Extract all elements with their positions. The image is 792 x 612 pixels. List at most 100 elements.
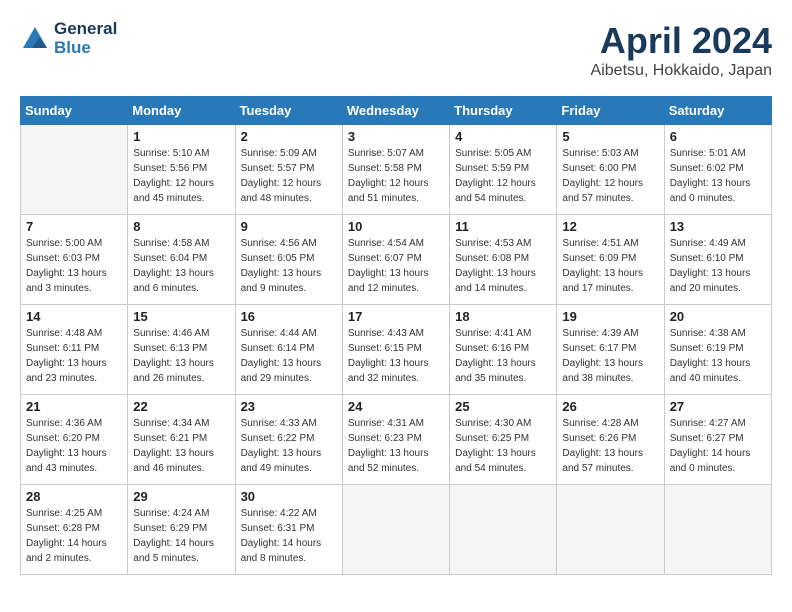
calendar-cell: 1 Sunrise: 5:10 AMSunset: 5:56 PMDaylight… [128,125,235,215]
day-number: 2 [241,129,337,144]
day-info: Sunrise: 4:28 AMSunset: 6:26 PMDaylight:… [562,416,658,476]
calendar-cell: 28 Sunrise: 4:25 AMSunset: 6:28 PMDayligh… [21,485,128,575]
day-info: Sunrise: 4:36 AMSunset: 6:20 PMDaylight:… [26,416,122,476]
day-number: 14 [26,309,122,324]
day-number: 30 [241,489,337,504]
calendar-cell: 20 Sunrise: 4:38 AMSunset: 6:19 PMDayligh… [664,305,771,395]
location-title: Aibetsu, Hokkaido, Japan [591,62,772,80]
day-number: 22 [133,399,229,414]
calendar-cell [21,125,128,215]
calendar-cell: 4 Sunrise: 5:05 AMSunset: 5:59 PMDaylight… [450,125,557,215]
calendar-cell: 30 Sunrise: 4:22 AMSunset: 6:31 PMDayligh… [235,485,342,575]
day-info: Sunrise: 4:53 AMSunset: 6:08 PMDaylight:… [455,236,551,296]
day-number: 18 [455,309,551,324]
calendar-cell: 6 Sunrise: 5:01 AMSunset: 6:02 PMDaylight… [664,125,771,215]
calendar-cell: 16Sunrise: 4:44 AMSunset: 6:14 PMDayligh… [235,305,342,395]
logo: General Blue [20,20,117,57]
header: General Blue April 2024 Aibetsu, Hokkaid… [20,20,772,80]
day-info: Sunrise: 5:05 AMSunset: 5:59 PMDaylight:… [455,146,551,206]
day-info: Sunrise: 4:39 AMSunset: 6:17 PMDaylight:… [562,326,658,386]
title-area: April 2024 Aibetsu, Hokkaido, Japan [591,20,772,80]
calendar-cell: 2 Sunrise: 5:09 AMSunset: 5:57 PMDaylight… [235,125,342,215]
day-number: 12 [562,219,658,234]
day-info: Sunrise: 5:00 AMSunset: 6:03 PMDaylight:… [26,236,122,296]
day-number: 13 [670,219,766,234]
calendar-week-row: 1 Sunrise: 5:10 AMSunset: 5:56 PMDaylight… [21,125,772,215]
day-info: Sunrise: 4:49 AMSunset: 6:10 PMDaylight:… [670,236,766,296]
day-info: Sunrise: 4:27 AMSunset: 6:27 PMDaylight:… [670,416,766,476]
day-info: Sunrise: 4:38 AMSunset: 6:19 PMDaylight:… [670,326,766,386]
weekday-header: Thursday [450,97,557,125]
day-number: 6 [670,129,766,144]
calendar-cell: 9Sunrise: 4:56 AMSunset: 6:05 PMDaylight… [235,215,342,305]
day-info: Sunrise: 4:54 AMSunset: 6:07 PMDaylight:… [348,236,444,296]
day-info: Sunrise: 4:58 AMSunset: 6:04 PMDaylight:… [133,236,229,296]
calendar-cell: 10 Sunrise: 4:54 AMSunset: 6:07 PMDayligh… [342,215,449,305]
calendar-cell: 19 Sunrise: 4:39 AMSunset: 6:17 PMDayligh… [557,305,664,395]
day-number: 7 [26,219,122,234]
month-title: April 2024 [591,20,772,62]
calendar-cell [664,485,771,575]
calendar-cell: 29Sunrise: 4:24 AMSunset: 6:29 PMDayligh… [128,485,235,575]
day-number: 8 [133,219,229,234]
calendar-week-row: 7 Sunrise: 5:00 AMSunset: 6:03 PMDaylight… [21,215,772,305]
day-info: Sunrise: 4:44 AMSunset: 6:14 PMDaylight:… [241,326,337,386]
day-number: 29 [133,489,229,504]
day-info: Sunrise: 5:09 AMSunset: 5:57 PMDaylight:… [241,146,337,206]
calendar-cell: 26 Sunrise: 4:28 AMSunset: 6:26 PMDayligh… [557,395,664,485]
day-number: 11 [455,219,551,234]
calendar-cell: 25Sunrise: 4:30 AMSunset: 6:25 PMDayligh… [450,395,557,485]
calendar-cell: 3Sunrise: 5:07 AMSunset: 5:58 PMDaylight… [342,125,449,215]
calendar-week-row: 28 Sunrise: 4:25 AMSunset: 6:28 PMDayligh… [21,485,772,575]
day-number: 4 [455,129,551,144]
day-info: Sunrise: 4:34 AMSunset: 6:21 PMDaylight:… [133,416,229,476]
calendar-cell: 14 Sunrise: 4:48 AMSunset: 6:11 PMDayligh… [21,305,128,395]
calendar-cell: 11 Sunrise: 4:53 AMSunset: 6:08 PMDayligh… [450,215,557,305]
day-number: 23 [241,399,337,414]
calendar-cell: 5 Sunrise: 5:03 AMSunset: 6:00 PMDaylight… [557,125,664,215]
calendar-cell: 27Sunrise: 4:27 AMSunset: 6:27 PMDayligh… [664,395,771,485]
day-info: Sunrise: 5:10 AMSunset: 5:56 PMDaylight:… [133,146,229,206]
day-info: Sunrise: 4:31 AMSunset: 6:23 PMDaylight:… [348,416,444,476]
calendar-cell: 7 Sunrise: 5:00 AMSunset: 6:03 PMDaylight… [21,215,128,305]
day-info: Sunrise: 4:48 AMSunset: 6:11 PMDaylight:… [26,326,122,386]
calendar-table: SundayMondayTuesdayWednesdayThursdayFrid… [20,96,772,575]
calendar-cell: 18 Sunrise: 4:41 AMSunset: 6:16 PMDayligh… [450,305,557,395]
calendar-cell: 12 Sunrise: 4:51 AMSunset: 6:09 PMDayligh… [557,215,664,305]
day-number: 25 [455,399,551,414]
calendar-cell: 13 Sunrise: 4:49 AMSunset: 6:10 PMDayligh… [664,215,771,305]
calendar-week-row: 21Sunrise: 4:36 AMSunset: 6:20 PMDayligh… [21,395,772,485]
day-info: Sunrise: 5:01 AMSunset: 6:02 PMDaylight:… [670,146,766,206]
day-info: Sunrise: 4:56 AMSunset: 6:05 PMDaylight:… [241,236,337,296]
calendar-cell: 23 Sunrise: 4:33 AMSunset: 6:22 PMDayligh… [235,395,342,485]
day-number: 19 [562,309,658,324]
day-info: Sunrise: 4:25 AMSunset: 6:28 PMDaylight:… [26,506,122,566]
day-number: 1 [133,129,229,144]
weekday-header: Monday [128,97,235,125]
day-info: Sunrise: 4:41 AMSunset: 6:16 PMDaylight:… [455,326,551,386]
calendar-cell: 21Sunrise: 4:36 AMSunset: 6:20 PMDayligh… [21,395,128,485]
day-info: Sunrise: 4:22 AMSunset: 6:31 PMDaylight:… [241,506,337,566]
weekday-header-row: SundayMondayTuesdayWednesdayThursdayFrid… [21,97,772,125]
logo-blue: Blue [54,39,117,58]
calendar-cell: 17Sunrise: 4:43 AMSunset: 6:15 PMDayligh… [342,305,449,395]
calendar-cell [450,485,557,575]
calendar-cell: 8 Sunrise: 4:58 AMSunset: 6:04 PMDaylight… [128,215,235,305]
logo-general: General [54,20,117,39]
day-info: Sunrise: 4:33 AMSunset: 6:22 PMDaylight:… [241,416,337,476]
weekday-header: Saturday [664,97,771,125]
day-info: Sunrise: 5:07 AMSunset: 5:58 PMDaylight:… [348,146,444,206]
calendar-cell: 22 Sunrise: 4:34 AMSunset: 6:21 PMDayligh… [128,395,235,485]
day-info: Sunrise: 4:51 AMSunset: 6:09 PMDaylight:… [562,236,658,296]
day-number: 26 [562,399,658,414]
weekday-header: Wednesday [342,97,449,125]
day-number: 17 [348,309,444,324]
day-number: 24 [348,399,444,414]
day-number: 28 [26,489,122,504]
day-number: 10 [348,219,444,234]
day-info: Sunrise: 5:03 AMSunset: 6:00 PMDaylight:… [562,146,658,206]
weekday-header: Tuesday [235,97,342,125]
day-number: 5 [562,129,658,144]
calendar-cell: 24 Sunrise: 4:31 AMSunset: 6:23 PMDayligh… [342,395,449,485]
day-number: 20 [670,309,766,324]
